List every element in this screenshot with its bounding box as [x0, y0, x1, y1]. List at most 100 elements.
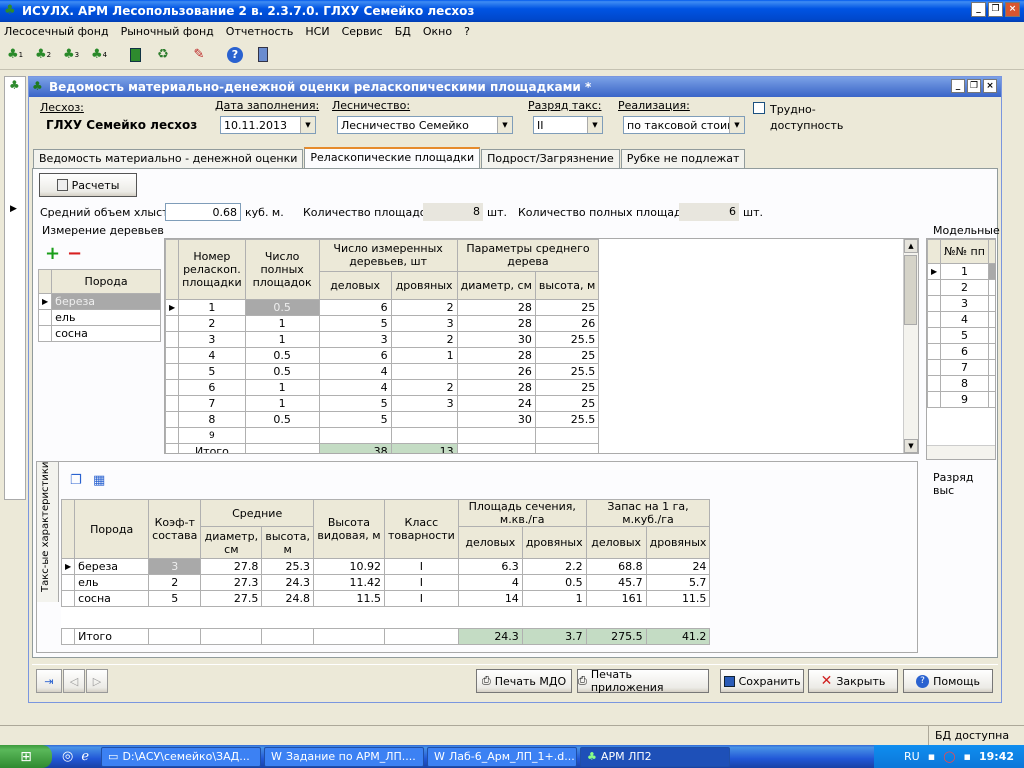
- table-cell[interactable]: 5: [318, 315, 392, 332]
- edit-icon[interactable]: ✎: [188, 44, 210, 66]
- restore-button[interactable]: ❐: [988, 2, 1003, 17]
- table-cell[interactable]: [927, 375, 942, 392]
- table-row[interactable]: ель 2 27.3 24.3 11.42 I 4 0.5 45.7 5.7: [60, 574, 711, 591]
- table-cell[interactable]: 4: [457, 574, 523, 591]
- table-cell[interactable]: 24.3: [261, 574, 314, 591]
- table-cell[interactable]: [244, 427, 320, 444]
- table-cell[interactable]: 1: [244, 331, 320, 348]
- table-row[interactable]: 6: [927, 343, 995, 360]
- table-cell[interactable]: 6: [178, 379, 246, 396]
- table-cell[interactable]: 1: [244, 379, 320, 396]
- table-cell[interactable]: 161: [585, 590, 647, 607]
- table-cell[interactable]: 3: [390, 395, 458, 412]
- table-cell[interactable]: [987, 359, 995, 376]
- minimize-button[interactable]: _: [971, 2, 986, 17]
- table-row[interactable]: 9: [927, 391, 995, 408]
- table-cell[interactable]: 8: [940, 375, 989, 392]
- table-cell[interactable]: 45.7: [585, 574, 647, 591]
- table-row[interactable]: 2 1 5 3 28 26: [165, 315, 600, 332]
- table-cell[interactable]: 25: [534, 395, 600, 412]
- child-minimize-button[interactable]: _: [951, 79, 965, 93]
- prev-button[interactable]: ◁: [63, 669, 85, 693]
- table-cell[interactable]: 5: [148, 590, 202, 607]
- table-row[interactable]: 4: [927, 311, 995, 328]
- table-cell[interactable]: 2: [178, 315, 246, 332]
- table-cell[interactable]: 24.8: [261, 590, 314, 607]
- table-cell[interactable]: ▶: [37, 293, 53, 310]
- table-cell[interactable]: 3: [148, 558, 202, 575]
- table-cell[interactable]: [165, 379, 180, 396]
- table-cell[interactable]: 0.5: [244, 347, 320, 364]
- table-cell[interactable]: 25.5: [534, 411, 600, 428]
- save-button[interactable]: Сохранить: [720, 669, 804, 693]
- lesn-select[interactable]: Лесничество Семейко ▼: [337, 116, 513, 134]
- table-cell[interactable]: 4: [318, 379, 392, 396]
- table-cell[interactable]: 0.5: [244, 363, 320, 380]
- tree-a3-icon[interactable]: ♣ 3: [60, 44, 82, 66]
- table-cell[interactable]: [987, 391, 995, 408]
- chevron-down-icon[interactable]: ▼: [587, 117, 602, 133]
- scroll-down-icon[interactable]: ▼: [904, 439, 918, 453]
- child-restore-button[interactable]: ❐: [967, 79, 981, 93]
- table-row[interactable]: 2: [927, 279, 995, 296]
- tray-icon-2[interactable]: ▪: [964, 750, 971, 763]
- close-button[interactable]: ✕ Закрыть: [808, 669, 898, 693]
- table-cell[interactable]: 25.3: [261, 558, 314, 575]
- table-cell[interactable]: [165, 363, 180, 380]
- table-cell[interactable]: [37, 309, 53, 326]
- table-row[interactable]: ель: [37, 309, 161, 326]
- table-cell[interactable]: 27.3: [200, 574, 263, 591]
- table-cell[interactable]: [927, 391, 942, 408]
- menu-lesosek[interactable]: Лесосечный фонд: [4, 25, 109, 38]
- trud-checkbox[interactable]: [753, 102, 765, 114]
- table-cell[interactable]: [165, 427, 180, 444]
- table-row[interactable]: 9: [165, 427, 600, 444]
- menu-help[interactable]: ?: [464, 25, 470, 38]
- table-cell[interactable]: [927, 343, 942, 360]
- table-row[interactable]: 8 0.5 5 30 25.5: [165, 411, 600, 428]
- plots-scrollbar[interactable]: ▲ ▼: [903, 239, 918, 453]
- table-cell[interactable]: 11.5: [312, 590, 385, 607]
- table-cell[interactable]: [927, 279, 942, 296]
- task-arm[interactable]: ♣ АРМ ЛП2: [580, 746, 731, 767]
- table-cell[interactable]: 5: [318, 411, 392, 428]
- remove-icon[interactable]: −: [67, 243, 82, 264]
- table-cell[interactable]: [165, 395, 180, 412]
- table-cell[interactable]: 6: [940, 343, 989, 360]
- menu-service[interactable]: Сервис: [342, 25, 383, 38]
- table-cell[interactable]: [390, 363, 458, 380]
- table-cell[interactable]: [927, 327, 942, 344]
- opera-icon[interactable]: ◯: [943, 750, 955, 763]
- table-cell[interactable]: [60, 574, 76, 591]
- species-cell[interactable]: ель: [51, 309, 161, 326]
- table-cell[interactable]: 30: [456, 411, 536, 428]
- table-cell[interactable]: 25.5: [534, 331, 600, 348]
- table-cell[interactable]: 26: [456, 363, 536, 380]
- print-mdo-button[interactable]: ⎙ Печать МДО: [476, 669, 572, 693]
- table-cell[interactable]: 0.5: [244, 411, 320, 428]
- table-cell[interactable]: [165, 411, 180, 428]
- ie-icon[interactable]: ℯ: [81, 749, 89, 764]
- table-cell[interactable]: 9: [940, 391, 989, 408]
- table-cell[interactable]: 2: [390, 379, 458, 396]
- tray-icon-1[interactable]: ▪: [928, 750, 935, 763]
- table-cell[interactable]: [165, 347, 180, 364]
- table-cell[interactable]: [534, 427, 600, 444]
- table-cell[interactable]: 24: [645, 558, 711, 575]
- table-cell[interactable]: ▶: [165, 299, 180, 316]
- scroll-thumb[interactable]: [904, 255, 917, 325]
- table-row[interactable]: 3: [927, 295, 995, 312]
- table-cell[interactable]: 1: [390, 347, 458, 364]
- print-app-button[interactable]: ⎙ Печать приложения: [577, 668, 709, 694]
- menu-otchet[interactable]: Отчетность: [226, 25, 294, 38]
- table-cell[interactable]: [390, 411, 458, 428]
- species-cell[interactable]: береза: [51, 293, 161, 310]
- table-cell[interactable]: 5.7: [645, 574, 711, 591]
- menu-nsi[interactable]: НСИ: [305, 25, 329, 38]
- table-cell[interactable]: 4: [318, 363, 392, 380]
- table-cell[interactable]: 28: [456, 347, 536, 364]
- table-cell[interactable]: [987, 311, 995, 328]
- table-cell[interactable]: [987, 327, 995, 344]
- table-cell[interactable]: [987, 263, 995, 280]
- date-picker[interactable]: 10.11.2013 ▼: [220, 116, 316, 134]
